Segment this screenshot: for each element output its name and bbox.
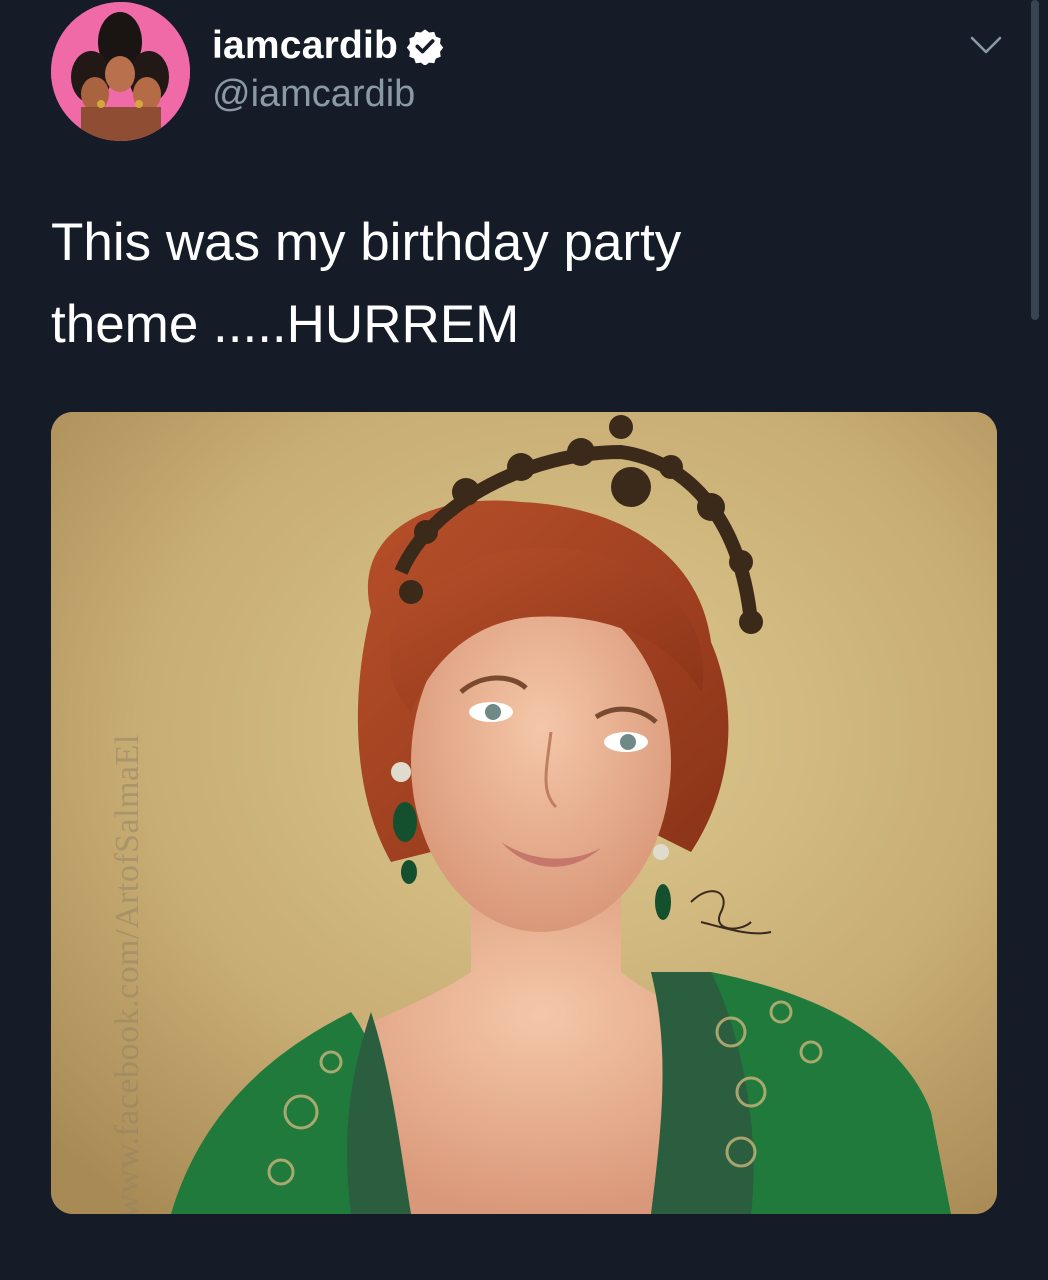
display-name[interactable]: iamcardib	[212, 24, 398, 68]
tweet-text: This was my birthday party theme .....HU…	[51, 202, 971, 366]
user-handle[interactable]: @iamcardib	[212, 73, 415, 116]
author-name-row[interactable]: iamcardib	[212, 22, 444, 70]
portrait-image	[51, 412, 997, 1214]
verified-badge-icon	[406, 29, 444, 65]
tweet-text-line-1: This was my birthday party	[51, 213, 682, 272]
watermark-text: https://www.facebook.com/ArtofSalmaEl	[109, 734, 146, 1214]
avatar-image	[51, 2, 190, 141]
tweet-media[interactable]: https://www.facebook.com/ArtofSalmaEl	[51, 412, 997, 1214]
scrollbar[interactable]	[1031, 0, 1039, 320]
chevron-down-icon[interactable]	[968, 30, 1004, 60]
avatar[interactable]	[51, 2, 190, 141]
tweet-text-line-2: theme .....HURREM	[51, 295, 520, 354]
